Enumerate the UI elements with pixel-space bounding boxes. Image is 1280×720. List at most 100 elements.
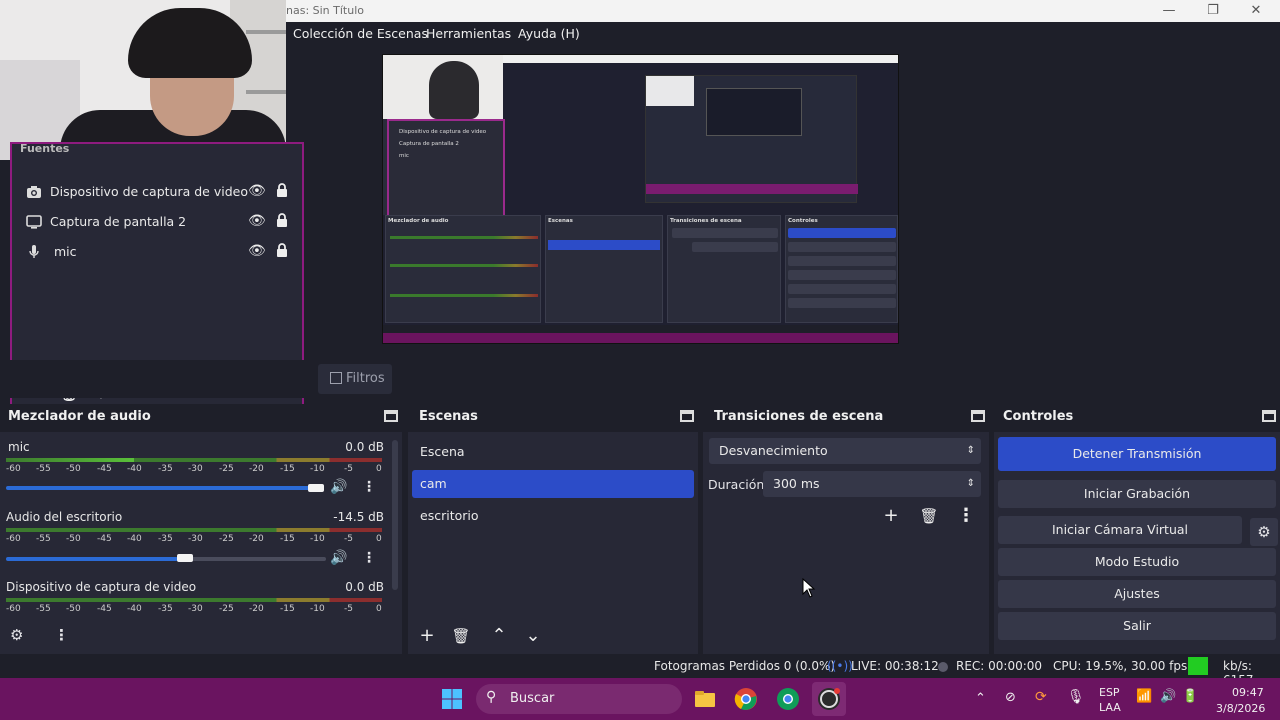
trash-icon[interactable]: 🗑 — [448, 623, 474, 649]
start-recording-button[interactable]: Iniciar Grabación — [998, 480, 1276, 508]
mixer-scrollbar[interactable] — [392, 440, 398, 590]
maximize-button[interactable]: ❐ — [1202, 1, 1224, 21]
undock-icon[interactable] — [680, 410, 694, 422]
lock-icon[interactable] — [276, 243, 288, 257]
sync-icon[interactable]: ⟳ — [1035, 689, 1047, 705]
lock-icon[interactable] — [276, 213, 288, 227]
eye-icon[interactable]: 👁 — [248, 243, 266, 259]
undock-icon[interactable] — [384, 410, 398, 422]
meter-tick: -25 — [219, 534, 234, 544]
volume-knob[interactable] — [177, 554, 193, 562]
scene-item-escritorio[interactable]: escritorio — [412, 502, 694, 530]
controls-dock: Controles Detener Transmisión Iniciar Gr… — [994, 404, 1280, 654]
file-explorer-icon[interactable] — [693, 687, 717, 711]
virtual-camera-settings-gear-icon[interactable]: ⚙ — [1250, 518, 1278, 546]
transition-select[interactable]: Desvanecimiento ⇕ — [709, 438, 981, 464]
scenes-header: Escenas — [408, 404, 698, 432]
windows-start-icon[interactable] — [440, 687, 464, 711]
studio-mode-button[interactable]: Modo Estudio — [998, 548, 1276, 576]
level-meter — [6, 458, 382, 462]
more-options-icon[interactable]: ⋮ — [362, 479, 376, 495]
volume-slider-remaining[interactable] — [178, 557, 326, 561]
settings-button[interactable]: Ajustes — [998, 580, 1276, 608]
tab-filters[interactable]: Filtros — [318, 364, 392, 394]
program-preview[interactable]: Dispositivo de captura de video Captura … — [382, 54, 899, 344]
chevron-updown-icon: ⇕ — [966, 445, 975, 456]
language-bottom[interactable]: LAA — [1099, 701, 1121, 714]
source-item[interactable]: Dispositivo de captura de video 👁 — [14, 177, 300, 207]
advanced-audio-gear-icon[interactable]: ⚙ — [10, 626, 23, 644]
start-virtual-camera-button[interactable]: Iniciar Cámara Virtual — [998, 516, 1242, 544]
undock-icon[interactable] — [971, 410, 985, 422]
microphone-tray-icon[interactable]: 🎙 — [1067, 689, 1085, 705]
preview-nested-preview — [493, 63, 898, 223]
obs-taskbar-button[interactable] — [812, 682, 846, 716]
menu-tools[interactable]: Herramientas — [426, 26, 511, 41]
preview-nested-box — [706, 88, 802, 136]
battery-icon[interactable]: 🔋 — [1182, 689, 1198, 704]
tab-row: Filtros — [0, 360, 1280, 398]
duration-spinbox[interactable]: 300 ms ⇕ — [763, 471, 981, 497]
clock-date[interactable]: 3/8/2026 — [1216, 702, 1265, 715]
eye-icon[interactable]: 👁 — [248, 183, 266, 199]
menu-help[interactable]: Ayuda (H) — [518, 26, 580, 41]
preview-statusbar — [383, 325, 898, 333]
meter-tick: -20 — [249, 534, 264, 544]
chevron-up-icon[interactable]: ⌃ — [975, 691, 986, 706]
speaker-icon[interactable]: 🔊 — [330, 550, 347, 566]
add-transition-icon[interactable]: + — [878, 503, 904, 529]
volume-slider[interactable] — [6, 486, 324, 490]
meter-tick: -45 — [97, 464, 112, 474]
chrome-icon[interactable] — [734, 687, 758, 711]
preview-mixer-title: Mezclador de audio — [388, 218, 449, 224]
preview-controls-dock: Controles — [785, 215, 898, 323]
eye-off-icon[interactable]: ⊘ — [1005, 690, 1016, 705]
meter-tick: -40 — [127, 534, 142, 544]
source-item[interactable]: mic 👁 — [14, 237, 300, 267]
preview-cam-person — [429, 61, 479, 119]
eye-icon[interactable]: 👁 — [248, 213, 266, 229]
scene-item-cam[interactable]: cam — [412, 470, 694, 498]
close-button[interactable]: ✕ — [1245, 1, 1267, 21]
volume-icon[interactable]: 🔊 — [1160, 689, 1176, 704]
volume-slider[interactable] — [6, 557, 178, 561]
move-up-icon[interactable]: ⌃ — [486, 623, 512, 649]
lock-icon[interactable] — [276, 183, 288, 197]
transition-menu-icon[interactable]: ⋮ — [953, 503, 979, 529]
source-item[interactable]: Captura de pantalla 2 👁 — [14, 207, 300, 237]
mixer-menu-icon[interactable]: ⋮ — [54, 626, 69, 644]
stop-stream-button[interactable]: Detener Transmisión — [998, 437, 1276, 471]
meter-tick: -60 — [6, 534, 21, 544]
chrome-alt-icon[interactable] — [776, 687, 800, 711]
speaker-icon[interactable]: 🔊 — [330, 479, 347, 495]
meter-tick: -5 — [344, 534, 353, 544]
clock-time[interactable]: 09:47 — [1232, 686, 1264, 699]
duration-label: Duración — [708, 477, 765, 492]
meter-tick: -5 — [344, 604, 353, 614]
meter-tick: 0 — [376, 604, 382, 614]
search-icon: ⚲ — [486, 689, 497, 705]
menu-scene-collection[interactable]: Colección de Escenas — [293, 26, 428, 41]
move-down-icon[interactable]: ⌄ — [520, 623, 546, 649]
volume-knob[interactable] — [308, 484, 324, 492]
wifi-icon[interactable]: 📶 — [1136, 689, 1152, 704]
preview-controls-title: Controles — [788, 218, 818, 224]
meter-tick: -60 — [6, 604, 21, 614]
preview-docks: Mezclador de audio Escenas Transiciones … — [383, 215, 898, 325]
taskbar-search[interactable]: ⚲ Buscar — [476, 684, 682, 714]
minimize-button[interactable]: — — [1158, 1, 1180, 21]
more-options-icon[interactable]: ⋮ — [362, 550, 376, 566]
exit-button[interactable]: Salir — [998, 612, 1276, 640]
obs-window: nas: Sin Título — ❐ ✕ Colección de Escen… — [0, 0, 1280, 720]
language-top[interactable]: ESP — [1099, 686, 1120, 699]
scene-item-escena[interactable]: Escena — [412, 438, 694, 466]
undock-icon[interactable] — [1262, 410, 1276, 422]
meter-tick: -60 — [6, 464, 21, 474]
add-scene-icon[interactable]: + — [414, 623, 440, 649]
preview-transition-field — [672, 228, 778, 238]
trash-icon[interactable]: 🗑 — [916, 503, 942, 529]
meter-tick: -50 — [66, 534, 81, 544]
spin-arrows-icon[interactable]: ⇕ — [967, 471, 975, 497]
preview-stop-stream — [788, 228, 896, 238]
microphone-icon — [29, 245, 39, 258]
